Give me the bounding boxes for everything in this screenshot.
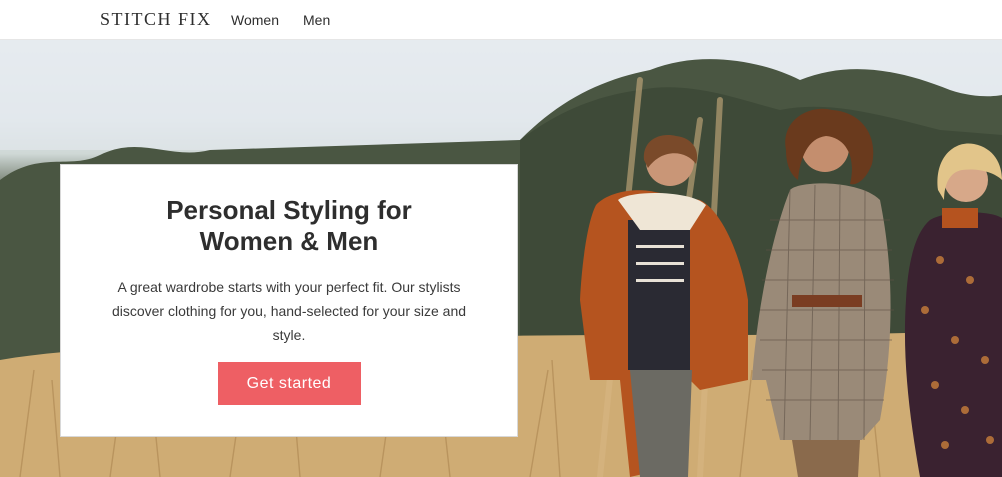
nav-link-women[interactable]: Women <box>231 12 279 28</box>
get-started-button[interactable]: Get started <box>217 362 361 405</box>
hero-section: Personal Styling for Women & Men A great… <box>0 40 1002 477</box>
hero-description: A great wardrobe starts with your perfec… <box>111 279 467 343</box>
nav-link-men[interactable]: Men <box>303 12 330 28</box>
stitch-fix-logo[interactable]: STITCH FIX <box>100 9 212 30</box>
hero-title: Personal Styling for Women & Men <box>166 195 412 256</box>
promo-card: Personal Styling for Women & Men A great… <box>60 164 518 437</box>
top-navigation: STITCH FIX Women Men <box>0 0 1002 40</box>
